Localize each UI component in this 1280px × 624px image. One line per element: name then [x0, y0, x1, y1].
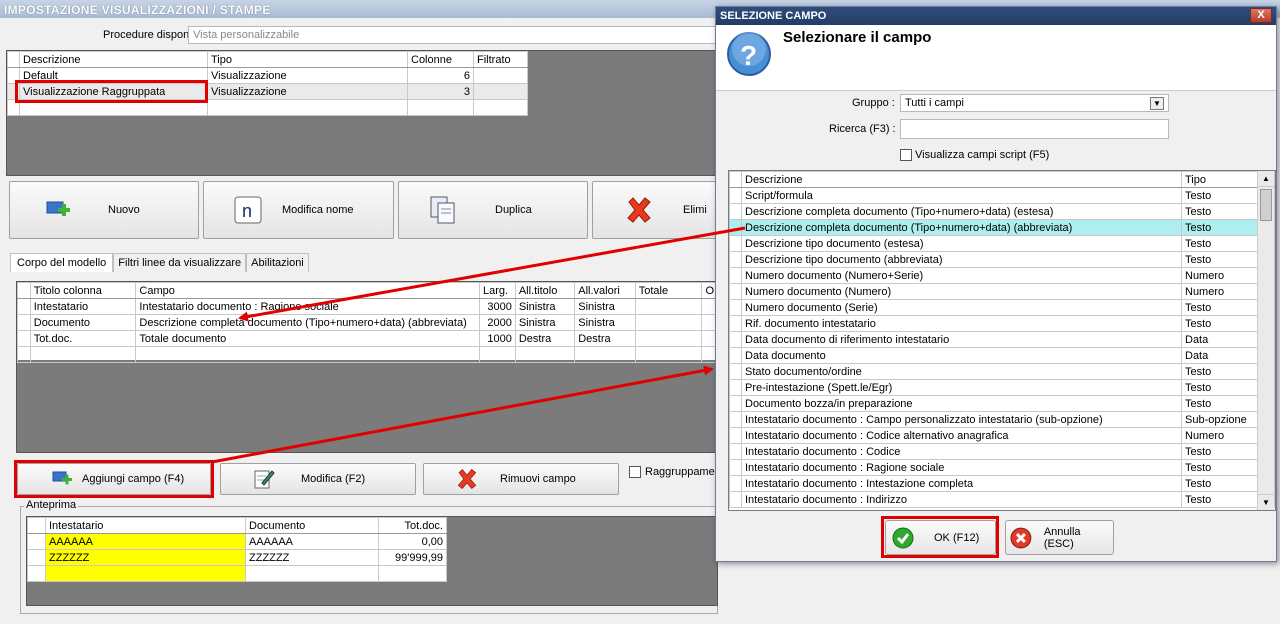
raggruppamento-checkbox[interactable]: Raggruppamen — [629, 466, 721, 478]
table-row[interactable]: Documento Descrizione completa documento… — [17, 314, 718, 331]
list-item[interactable]: Intestatario documento : Indirizzo Testo — [729, 491, 1275, 508]
scroll-thumb[interactable] — [1260, 189, 1272, 221]
modifica-button[interactable]: Modifica (F2) — [220, 463, 416, 495]
ricerca-label: Ricerca (F3) : — [829, 123, 896, 135]
table-row[interactable]: Tot.doc. Totale documento 1000 Destra De… — [17, 330, 718, 347]
dialog-heading: Selezionare il campo — [783, 29, 932, 46]
delete-icon — [627, 197, 651, 223]
list-item[interactable]: Numero documento (Serie) Testo — [729, 299, 1275, 316]
col-header[interactable]: Descrizione — [19, 51, 208, 68]
highlight-box — [14, 460, 214, 498]
col-header[interactable]: Campo — [135, 282, 481, 299]
duplica-button[interactable]: Duplica — [398, 181, 588, 239]
list-item[interactable]: Script/formula Testo — [729, 187, 1275, 204]
script-checkbox[interactable]: Visualizza campi script (F5) — [900, 149, 1049, 161]
col-header[interactable]: Descrizione — [741, 171, 1182, 188]
rimuovi-campo-button[interactable]: Rimuovi campo — [423, 463, 619, 495]
highlight-box — [881, 516, 999, 558]
anteprima-label: Anteprima — [24, 499, 79, 511]
col-header[interactable]: Filtrato — [473, 51, 528, 68]
list-item[interactable]: Stato documento/ordine Testo — [729, 363, 1275, 380]
table-row[interactable]: Intestatario Intestatario documento : Ra… — [17, 298, 718, 315]
list-item[interactable]: Data documento Data — [729, 347, 1275, 364]
elimina-button[interactable]: Elimi — [592, 181, 718, 239]
list-item[interactable]: Descrizione completa documento (Tipo+num… — [729, 219, 1275, 236]
list-item[interactable]: Data documento di riferimento intestatar… — [729, 331, 1275, 348]
list-item[interactable]: Descrizione tipo documento (abbreviata) T… — [729, 251, 1275, 268]
checkbox-box[interactable] — [629, 466, 641, 478]
modifica-nome-button[interactable]: n Modifica nome — [203, 181, 394, 239]
list-item[interactable]: Intestatario documento : Codice Testo — [729, 443, 1275, 460]
duplicate-icon — [430, 196, 455, 224]
tabs: Corpo del modello Filtri linee da visual… — [10, 253, 309, 272]
scrollbar[interactable]: ▲ ▼ — [1257, 171, 1274, 510]
list-item[interactable]: Intestatario documento : Campo personali… — [729, 411, 1275, 428]
table-row: AAAAAA AAAAAA 0,00 — [27, 533, 447, 550]
list-item[interactable]: Pre-intestazione (Spett.le/Egr) Testo — [729, 379, 1275, 396]
list-item[interactable]: Descrizione tipo documento (estesa) Testo — [729, 235, 1275, 252]
annulla-button[interactable]: Annulla (ESC) — [1005, 520, 1114, 555]
dialog-title: SELEZIONE CAMPO — [716, 7, 1276, 25]
tab-abilitazioni[interactable]: Abilitazioni — [246, 253, 309, 272]
list-item[interactable]: Intestatario documento : Ragione sociale… — [729, 459, 1275, 476]
col-header[interactable]: Titolo colonna — [29, 282, 137, 299]
list-item[interactable]: Numero documento (Numero+Serie) Numero — [729, 267, 1275, 284]
scroll-down-icon[interactable]: ▼ — [1258, 494, 1274, 510]
list-item[interactable]: Rif. documento intestatario Testo — [729, 315, 1275, 332]
svg-text:n: n — [242, 201, 252, 221]
gruppo-label: Gruppo : — [852, 97, 895, 109]
col-header[interactable]: Colonne — [407, 51, 474, 68]
col-header[interactable]: Larg. — [479, 282, 516, 299]
col-header[interactable]: All.titolo — [514, 282, 576, 299]
gruppo-select[interactable]: Tutti i campi ▼ — [900, 94, 1169, 112]
tab-filtri-linee[interactable]: Filtri linee da visualizzare — [113, 253, 247, 272]
add-icon — [46, 201, 70, 216]
table-row: ZZZZZZ ZZZZZZ 99'999,99 — [27, 549, 447, 566]
cancel-icon — [1010, 527, 1032, 548]
tab-corpo-modello[interactable]: Corpo del modello — [10, 253, 114, 272]
scroll-up-icon[interactable]: ▲ — [1258, 171, 1274, 187]
remove-icon — [457, 468, 477, 489]
col-header[interactable]: All.valori — [574, 282, 636, 299]
chevron-down-icon[interactable]: ▼ — [1150, 97, 1164, 110]
list-item[interactable]: Intestatario documento : Intestazione co… — [729, 475, 1275, 492]
list-item[interactable]: Intestatario documento : Codice alternat… — [729, 427, 1275, 444]
procedure-field[interactable]: Vista personalizzabile — [188, 26, 718, 44]
edit-icon — [254, 470, 275, 489]
list-item[interactable]: Numero documento (Numero) Numero — [729, 283, 1275, 300]
highlight-box — [15, 80, 208, 103]
rename-icon: n — [234, 196, 262, 224]
close-button[interactable]: X — [1250, 8, 1272, 23]
list-item[interactable]: Descrizione completa documento (Tipo+num… — [729, 203, 1275, 220]
nuovo-button[interactable]: Nuovo — [9, 181, 199, 239]
col-header[interactable]: Tipo — [207, 51, 408, 68]
fields-table: Descrizione Tipo Script/formula Testo Desc… — [728, 170, 1276, 511]
preview-table: Intestatario Documento Tot.doc. AAAAAA A… — [27, 517, 447, 582]
checkbox-box[interactable] — [900, 149, 912, 161]
selezione-campo-dialog: SELEZIONE CAMPO X ? Selezionare il campo… — [715, 6, 1277, 562]
list-item[interactable]: Documento bozza/in preparazione Testo — [729, 395, 1275, 412]
col-header[interactable]: Totale — [634, 282, 703, 299]
svg-text:?: ? — [740, 40, 757, 71]
ricerca-input[interactable] — [900, 119, 1169, 139]
question-icon: ? — [727, 32, 771, 76]
columns-table: Titolo colonna Campo Larg. All.titolo Al… — [17, 282, 718, 363]
